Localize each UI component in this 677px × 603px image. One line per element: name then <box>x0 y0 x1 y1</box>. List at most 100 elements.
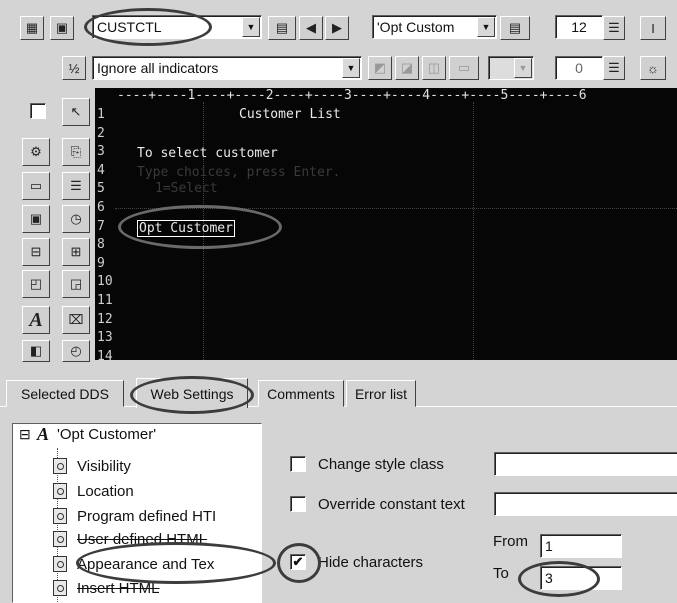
time-icon[interactable]: ◴ <box>62 340 90 362</box>
tree-item-label: Location <box>77 482 134 500</box>
tree-item-insert-html[interactable]: Insert HTML <box>53 576 160 600</box>
hide-characters-checkbox[interactable]: ✔ <box>290 554 306 570</box>
palette-checkbox[interactable] <box>30 103 46 119</box>
previous-record-icon[interactable]: ◀ <box>299 16 323 40</box>
font-size-field[interactable]: 12 <box>555 15 603 39</box>
column-ruler: ----+----1----+----2----+----3----+----4… <box>117 88 587 103</box>
tree-item-appearance[interactable]: Appearance and Tex <box>53 552 214 576</box>
font-size-spin-icon[interactable]: ☰ <box>603 16 625 40</box>
input-field-icon[interactable]: ▭ <box>22 172 50 200</box>
form-icon[interactable]: ◲ <box>62 270 90 298</box>
grid-icon[interactable]: ⊞ <box>62 238 90 266</box>
tab-web-settings[interactable]: Web Settings <box>136 378 248 408</box>
indicator-select[interactable]: ▼ <box>488 56 534 80</box>
record-name-dropdown-icon[interactable]: ▼ <box>242 17 260 37</box>
tree-item-location[interactable]: Location <box>53 479 134 503</box>
tab-comments-label: Comments <box>267 385 335 402</box>
text-constant-icon[interactable]: A <box>22 306 50 334</box>
override-text-input[interactable] <box>494 492 677 516</box>
tab-comments[interactable]: Comments <box>258 380 344 407</box>
tree-item-visibility[interactable]: Visibility <box>53 454 131 478</box>
change-style-checkbox[interactable] <box>290 456 306 472</box>
to-value: 3 <box>545 570 553 586</box>
property-icon <box>53 458 67 474</box>
tree-item-label: User defined HTML <box>77 530 208 548</box>
property-icon <box>53 556 67 572</box>
tree-item-label: Program defined HTI <box>77 507 217 525</box>
to-input[interactable]: 3 <box>540 566 622 590</box>
spin-buttons-icon[interactable]: ☰ <box>603 56 625 80</box>
hide-characters-label: Hide characters <box>318 554 424 571</box>
font-size-value: 12 <box>571 19 587 35</box>
type-choices-text[interactable]: Type choices, press Enter. <box>137 166 341 179</box>
to-label: To <box>493 565 509 582</box>
note-icon[interactable]: ⌧ <box>62 306 90 334</box>
image-icon[interactable]: ▣ <box>22 205 50 233</box>
title-text[interactable]: Customer List <box>239 108 341 121</box>
tree-root[interactable]: 'Opt Customer' <box>57 426 156 443</box>
text-constant-icon: A <box>37 424 50 444</box>
line-number: 10 <box>97 274 113 290</box>
indicators-combo[interactable]: Ignore all indicators ▼ <box>92 56 362 80</box>
list-icon[interactable]: ☰ <box>62 172 90 200</box>
indicator-tool-3-icon[interactable]: ◫ <box>422 56 446 80</box>
tab-error-list[interactable]: Error list <box>346 380 416 407</box>
field-combo-value: 'Opt Custom <box>377 19 455 35</box>
indicator-tool-2-icon[interactable]: ◪ <box>395 56 419 80</box>
record-icon[interactable]: ▦ <box>20 16 44 40</box>
override-text-checkbox[interactable] <box>290 496 306 512</box>
brightness-icon[interactable]: ☼ <box>640 56 666 80</box>
property-icon <box>53 531 67 547</box>
tab-error-list-label: Error list <box>354 385 408 402</box>
pointer-icon[interactable]: ↖ <box>62 98 90 126</box>
change-style-label: Change style class <box>318 456 444 473</box>
indicator-select-dropdown-icon[interactable]: ▼ <box>514 58 532 78</box>
clock-icon[interactable]: ◷ <box>62 205 90 233</box>
guide-row-6 <box>115 208 677 209</box>
tab-web-settings-label: Web Settings <box>150 385 234 402</box>
line-number: 9 <box>97 255 105 271</box>
stack-icon[interactable]: ◰ <box>22 270 50 298</box>
line-number: 6 <box>97 200 105 215</box>
indicator-tool-1-icon[interactable]: ◩ <box>368 56 392 80</box>
field-grid-icon[interactable]: ▤ <box>500 16 530 40</box>
next-record-icon[interactable]: ▶ <box>325 16 349 40</box>
from-input[interactable]: 1 <box>540 534 622 558</box>
record-name-combo[interactable]: CUSTCTL ▼ <box>92 15 262 39</box>
field-combo[interactable]: 'Opt Custom ▼ <box>372 15 497 39</box>
indicator-tool-4-icon[interactable]: ▭ <box>449 56 479 80</box>
guide-col-40 <box>473 102 474 360</box>
connect-icon[interactable]: ⚙ <box>22 138 50 166</box>
opt-customer-field[interactable]: Opt Customer <box>137 220 235 237</box>
screen-designer[interactable]: ----+----1----+----2----+----3----+----4… <box>95 88 677 360</box>
indicators-value: Ignore all indicators <box>97 60 219 76</box>
tab-selected-dds[interactable]: Selected DDS <box>6 380 124 407</box>
field-dropdown-icon[interactable]: ▼ <box>477 17 495 37</box>
fraction-icon[interactable]: ½ <box>62 56 86 80</box>
page-icon[interactable]: ◧ <box>22 340 50 362</box>
property-icon <box>53 483 67 499</box>
tree-item-program-html[interactable]: Program defined HTI <box>53 504 216 528</box>
tree-item-label: Insert HTML <box>77 579 160 597</box>
copy-icon[interactable]: ⎘ <box>62 138 90 166</box>
style-class-input[interactable] <box>494 452 677 476</box>
tab-selected-dds-label: Selected DDS <box>21 385 109 402</box>
properties-tree[interactable]: ⊟ A 'Opt Customer' Visibility Location P… <box>12 423 262 603</box>
indicators-dropdown-icon[interactable]: ▼ <box>342 58 360 78</box>
format-icon[interactable]: ▣ <box>50 16 74 40</box>
line-number: 4 <box>97 162 105 178</box>
select-prompt-text[interactable]: To select customer <box>137 147 278 160</box>
text-cursor-icon[interactable]: I <box>640 16 666 40</box>
select-option-text[interactable]: 1=Select <box>155 182 218 195</box>
grid-toggle-icon[interactable]: ▤ <box>268 16 296 40</box>
window-icon[interactable]: ⊟ <box>22 238 50 266</box>
tree-item-user-html[interactable]: User defined HTML <box>53 527 207 551</box>
record-name-value: CUSTCTL <box>97 19 162 35</box>
tree-expander-icon[interactable]: ⊟ <box>19 426 31 443</box>
tree-item-label: Visibility <box>77 457 131 475</box>
property-icon <box>53 580 67 596</box>
override-text-label: Override constant text <box>318 496 465 513</box>
line-number: 1 <box>97 107 105 122</box>
spin-field[interactable]: 0 <box>555 56 603 80</box>
line-number: 3 <box>97 144 105 160</box>
